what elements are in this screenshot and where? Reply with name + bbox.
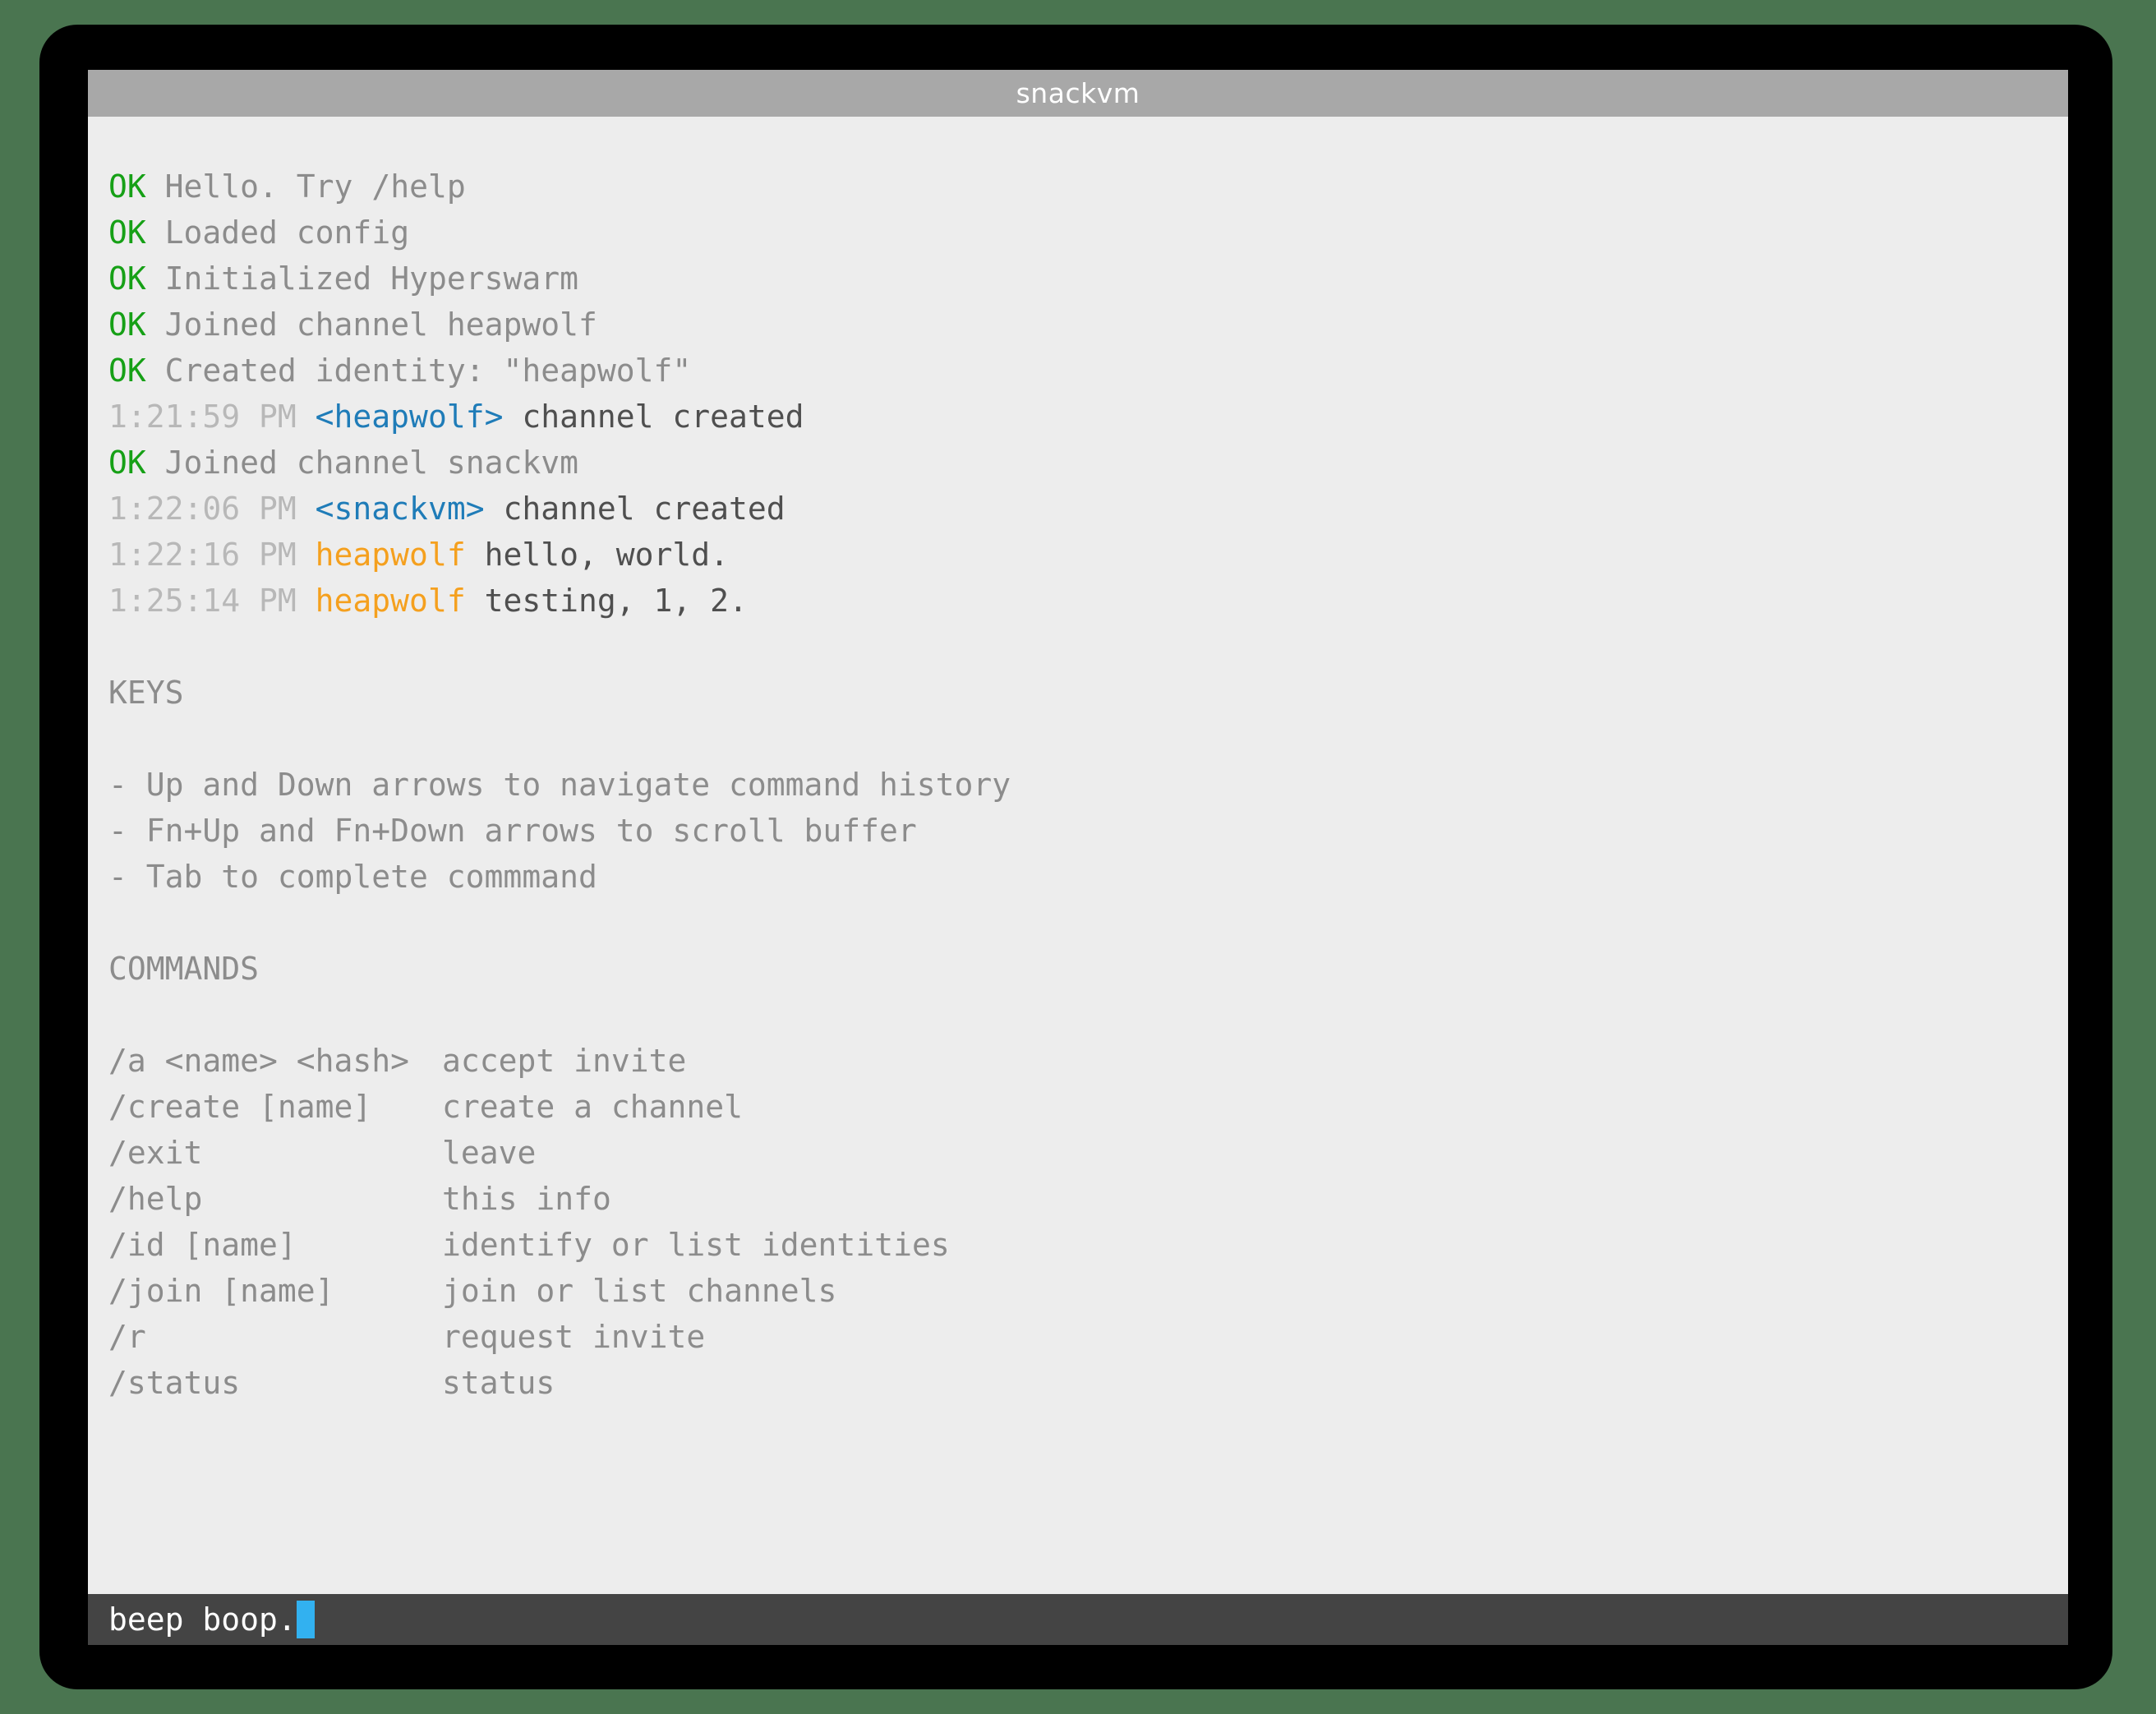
message-timestamp: 1:25:14 PM (108, 583, 297, 619)
message-timestamp: 1:22:06 PM (108, 491, 297, 527)
keys-item-text: - Tab to complete commmand (108, 859, 597, 895)
chat-line-channel-created: 1:21:59 PM <heapwolf> channel created (88, 394, 2068, 440)
command-desc: status (442, 1365, 555, 1401)
keys-item: - Fn+Up and Fn+Down arrows to scroll buf… (88, 808, 2068, 854)
command-name: /id [name] (108, 1227, 297, 1263)
status-badge-ok: OK (108, 168, 146, 205)
command-row: /status status (88, 1360, 2068, 1406)
log-line-ok: OK Joined channel heapwolf (88, 302, 2068, 348)
message-text: testing, 1, 2. (484, 583, 748, 619)
command-name: /status (108, 1365, 241, 1401)
message-timestamp: 1:21:59 PM (108, 399, 297, 435)
message-text: hello, world. (484, 537, 730, 573)
commands-heading-text: COMMANDS (108, 951, 260, 987)
command-name: /help (108, 1181, 203, 1217)
log-line-text: Loaded config (164, 214, 410, 251)
commands-heading: COMMANDS (88, 946, 2068, 992)
log-line-ok: OK Loaded config (88, 210, 2068, 256)
log-line-text: Joined channel snackvm (164, 445, 578, 481)
log-line-text: Created identity: "heapwolf" (164, 352, 692, 389)
command-desc: accept invite (442, 1043, 687, 1079)
command-input-value[interactable]: beep boop. (108, 1604, 297, 1635)
command-row: /join [name] join or list channels (88, 1268, 2068, 1314)
log-line-text: Initialized Hyperswarm (164, 260, 578, 297)
title-bar: snackvm (88, 70, 2068, 117)
keys-item: - Up and Down arrows to navigate command… (88, 762, 2068, 808)
command-desc: leave (442, 1135, 537, 1171)
command-desc: join or list channels (442, 1273, 837, 1309)
keys-item-text: - Fn+Up and Fn+Down arrows to scroll buf… (108, 813, 917, 849)
command-name: /create [name] (108, 1089, 372, 1125)
status-badge-ok: OK (108, 352, 146, 389)
window-title: snackvm (1016, 77, 1140, 109)
command-name: /exit (108, 1135, 203, 1171)
command-name: /a <name> <hash> (108, 1043, 410, 1079)
log-line-ok: OK Hello. Try /help (88, 164, 2068, 210)
keys-heading: KEYS (88, 670, 2068, 716)
command-desc: request invite (442, 1319, 706, 1355)
command-row: /a <name> <hash> accept invite (88, 1038, 2068, 1084)
command-desc: identify or list identities (442, 1227, 950, 1263)
command-desc: this info (442, 1181, 611, 1217)
status-badge-ok: OK (108, 214, 146, 251)
command-row: /exit leave (88, 1130, 2068, 1176)
chat-line-channel-created: 1:22:06 PM <snackvm> channel created (88, 486, 2068, 532)
command-row: /r request invite (88, 1314, 2068, 1360)
log-line-text: Joined channel heapwolf (164, 306, 597, 343)
message-text: channel created (522, 399, 804, 435)
log-line-ok: OK Created identity: "heapwolf" (88, 348, 2068, 394)
log-line-text: Hello. Try /help (164, 168, 466, 205)
status-badge-ok: OK (108, 306, 146, 343)
keys-heading-text: KEYS (108, 675, 184, 711)
message-timestamp: 1:22:16 PM (108, 537, 297, 573)
message-author: heapwolf (315, 537, 466, 573)
message-text: channel created (503, 491, 785, 527)
chat-line: 1:25:14 PM heapwolf testing, 1, 2. (88, 578, 2068, 624)
command-name: /r (108, 1319, 146, 1355)
command-row: /create [name] create a channel (88, 1084, 2068, 1130)
channel-name: <heapwolf> (315, 399, 504, 435)
log-line-ok: OK Joined channel snackvm (88, 440, 2068, 486)
text-cursor (296, 1601, 315, 1638)
command-desc: create a channel (442, 1089, 744, 1125)
log-line-ok: OK Initialized Hyperswarm (88, 256, 2068, 302)
command-row: /help this info (88, 1176, 2068, 1222)
channel-name: <snackvm> (315, 491, 485, 527)
keys-item: - Tab to complete commmand (88, 854, 2068, 900)
chat-line: 1:22:16 PM heapwolf hello, world. (88, 532, 2068, 578)
command-row: /id [name] identify or list identities (88, 1222, 2068, 1268)
status-badge-ok: OK (108, 260, 146, 297)
status-badge-ok: OK (108, 445, 146, 481)
terminal-window: snackvm OK Hello. Try /help OK Loaded co… (88, 70, 2068, 1645)
keys-item-text: - Up and Down arrows to navigate command… (108, 767, 1011, 803)
command-name: /join [name] (108, 1273, 334, 1309)
message-author: heapwolf (315, 583, 466, 619)
terminal-scrollback[interactable]: OK Hello. Try /help OK Loaded config OK … (88, 117, 2068, 1594)
command-input-bar[interactable]: beep boop. (88, 1594, 2068, 1645)
